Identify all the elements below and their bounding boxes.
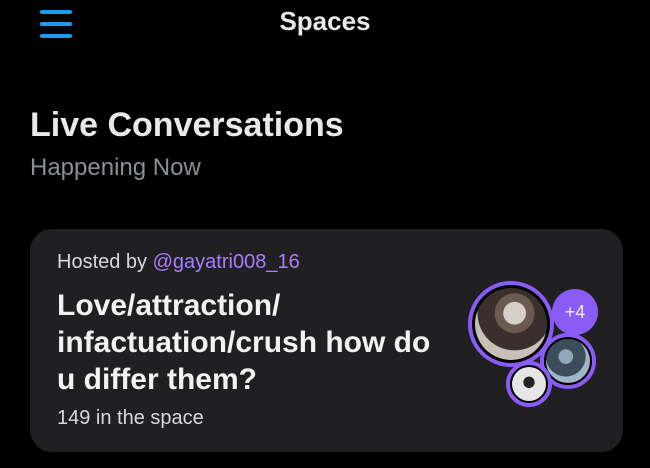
section-subtitle: Happening Now <box>30 154 201 181</box>
speaker-avatars: +4 <box>466 277 606 407</box>
speaker-photo <box>546 339 590 383</box>
extra-speakers-count: +4 <box>564 301 586 322</box>
speaker-avatar <box>506 361 552 407</box>
section-title: Live Conversations <box>30 106 344 144</box>
listener-count: 149 in the space <box>57 407 204 429</box>
page-title: Spaces <box>279 6 371 36</box>
spaces-screen: Spaces Live Conversations Happening Now … <box>0 0 650 468</box>
host-avatar <box>468 281 554 367</box>
hosted-by-label: Hosted by <box>57 251 148 273</box>
hosted-by-line: Hosted by @gayatri008_16 <box>57 251 300 274</box>
speaker-photo <box>512 367 546 401</box>
host-photo <box>475 288 547 360</box>
live-space-card[interactable]: Hosted by @gayatri008_16 Love/attraction… <box>30 229 623 452</box>
space-title: Love/attraction/ infactuation/crush how … <box>57 289 431 396</box>
top-bar: Spaces <box>0 0 650 48</box>
extra-speakers-badge: +4 <box>552 289 598 335</box>
host-handle-link[interactable]: @gayatri008_16 <box>153 251 300 273</box>
